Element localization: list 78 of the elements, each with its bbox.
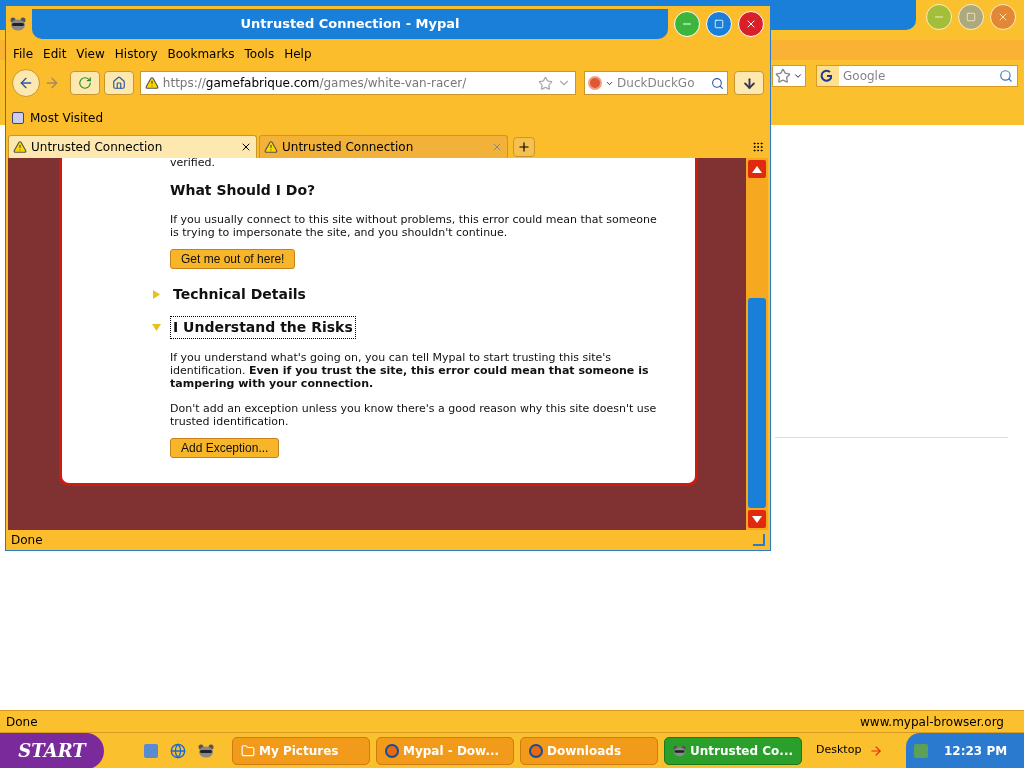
close-button[interactable] [990, 4, 1016, 30]
quick-launch-icon [198, 743, 214, 758]
search-field[interactable]: Google [816, 65, 1018, 87]
duck-icon[interactable] [588, 76, 603, 90]
address-field[interactable]: https://gamefabrique.com/games/white-van-racer/ [139, 71, 577, 95]
paragraph: If you usually connect to this site without problems, this error could mean that someone is trying to impersonate the site, and you shouldn't continue. [170, 213, 658, 239]
warning-icon [264, 140, 278, 154]
maximize-button[interactable] [958, 4, 984, 30]
tab-label: Untrusted Connection [282, 139, 415, 156]
status-text: Done [11, 532, 43, 549]
arrow-icon[interactable] [869, 743, 884, 758]
close-icon [745, 18, 757, 30]
browser-icon [529, 743, 543, 758]
status-url: www.mypal-browser.org [860, 713, 1004, 731]
raccoon-icon [673, 743, 686, 758]
scrollbar[interactable] [746, 158, 768, 530]
close-button[interactable] [738, 11, 764, 37]
search-input[interactable]: DuckDuckGo [617, 74, 709, 92]
get-me-out-button[interactable]: Get me out of here! [170, 249, 296, 269]
maximize-icon [714, 19, 724, 29]
search-icon[interactable] [999, 69, 1013, 83]
url-text: https://gamefabrique.com/games/white-van-racer/ [162, 75, 468, 92]
quick-launch-icon[interactable] [144, 743, 158, 758]
heading: What Should I Do? [170, 181, 317, 200]
quick-launch-icon[interactable] [170, 742, 186, 759]
menu-item[interactable]: Bookmarks [164, 45, 238, 63]
add-exception-button[interactable]: Add Exception... [170, 438, 280, 458]
search-input[interactable]: Google [839, 67, 999, 85]
home-icon [111, 76, 126, 90]
menu-item[interactable]: Help [281, 45, 315, 63]
app-icon [10, 17, 26, 31]
warning-icon [144, 76, 159, 90]
cut-text: verified. [170, 158, 217, 166]
search-engine-icon[interactable] [817, 66, 839, 86]
bookmark-item[interactable]: Most Visited [30, 109, 104, 127]
tab[interactable]: Untrusted Connection [259, 135, 508, 158]
warning-icon [13, 140, 27, 154]
close-icon [997, 11, 1009, 23]
paragraph: Don't add an exception unless you know there's a good reason why this site doesn't use trusted identification. [170, 402, 658, 428]
browser-icon [385, 743, 399, 758]
folder-icon [241, 743, 255, 758]
start-button[interactable]: START [0, 732, 104, 768]
menu-item[interactable]: File [10, 45, 37, 63]
paragraph: If you understand what's going on, you can tell Mypal to start trusting this site's identification. Even if you trust the site, this error could mean that someone is tampering with your connection. [170, 351, 650, 390]
desktop-label[interactable]: Desktop [816, 742, 862, 759]
menu-item[interactable]: History [111, 45, 161, 63]
search-field[interactable]: DuckDuckGo [584, 71, 729, 95]
tab[interactable]: Untrusted Connection [8, 135, 257, 158]
maximize-icon [966, 12, 976, 22]
reload-icon [77, 76, 92, 90]
download-arrow-icon [741, 75, 757, 91]
plus-icon [517, 140, 531, 154]
search-icon[interactable] [711, 76, 725, 90]
scroll-down-icon[interactable] [752, 515, 762, 523]
clock: 12:23 PM [944, 742, 1008, 760]
tab-label: Untrusted Connection [31, 139, 164, 156]
maximize-button[interactable] [706, 11, 732, 37]
download-button[interactable] [734, 71, 764, 95]
scroll-up-icon[interactable] [752, 165, 762, 173]
minimize-button[interactable] [674, 11, 700, 37]
menu-item[interactable]: Edit [40, 45, 70, 63]
section-heading[interactable]: I Understand the Risks [170, 316, 356, 339]
bookmark-star-icon[interactable] [538, 75, 554, 91]
tab-list-icon[interactable] [752, 141, 764, 153]
back-button[interactable] [12, 69, 40, 97]
resize-grip-icon[interactable] [753, 534, 765, 546]
new-tab-button[interactable] [513, 137, 535, 157]
close-icon[interactable] [240, 141, 252, 153]
bookmark-folder-icon [12, 112, 24, 124]
home-button[interactable] [103, 71, 134, 95]
menu-item[interactable]: Tools [241, 45, 278, 63]
reload-button[interactable] [69, 71, 100, 95]
dropdown-icon[interactable] [793, 71, 803, 81]
menu-item[interactable]: View [73, 45, 108, 63]
section-heading[interactable]: Technical Details [170, 283, 309, 306]
status-text: Done [6, 713, 38, 731]
bookmark-star-icon[interactable] [775, 68, 791, 84]
window-title: Untrusted Connection - Mypal [240, 15, 460, 34]
